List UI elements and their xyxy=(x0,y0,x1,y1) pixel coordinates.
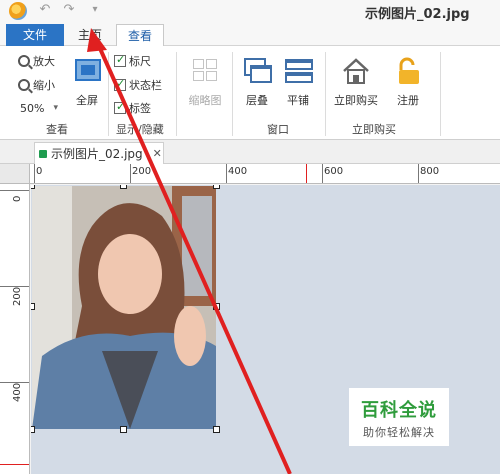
tab-view[interactable]: 查看 xyxy=(116,24,164,47)
zoom-out-label: 缩小 xyxy=(33,79,55,92)
window-title: 示例图片_02.jpg xyxy=(365,7,470,22)
resize-handle[interactable] xyxy=(213,303,220,310)
checkbox-checked-icon xyxy=(114,53,126,67)
thumbnail-grid-icon xyxy=(190,56,220,86)
ribbon-tab-bar: 文件 主页 查看 xyxy=(0,22,500,47)
view-group-label: 查看 xyxy=(46,123,68,136)
title-bar: ↶ ↷ ▾ 示例图片_02.jpg xyxy=(0,0,500,22)
ruler-label: 400 xyxy=(12,382,23,402)
tab-home[interactable]: 主页 xyxy=(64,24,116,46)
fullscreen-icon xyxy=(72,56,102,86)
redo-icon[interactable]: ↷ xyxy=(62,3,76,17)
resize-handle[interactable] xyxy=(120,185,127,189)
fullscreen-label: 全屏 xyxy=(76,94,98,107)
ruler-position-marker xyxy=(0,464,29,465)
ruler-label: 200 xyxy=(132,166,152,177)
document-tab-strip: 示例图片_02.jpg ✕ xyxy=(0,140,500,164)
watermark-title: 百科全说 xyxy=(361,400,437,421)
group-separator xyxy=(176,52,177,136)
zoom-out-button[interactable]: 缩小 xyxy=(18,76,55,94)
document-tab-label: 示例图片_02.jpg xyxy=(51,147,143,161)
ruler-label: 400 xyxy=(228,166,248,177)
window-group-label: 窗口 xyxy=(267,123,289,136)
group-separator xyxy=(440,52,441,136)
image-canvas[interactable]: 百科全说 助你轻松解决 xyxy=(31,185,500,474)
ruler-label: 0 xyxy=(12,195,23,202)
thumbnail-button[interactable]: 缩略图 xyxy=(182,54,228,114)
vertical-ruler: 0 200 400 xyxy=(0,184,30,474)
undo-icon[interactable]: ↶ xyxy=(38,3,52,17)
group-separator xyxy=(325,52,326,136)
statusbar-label: 状态栏 xyxy=(129,79,162,92)
chevron-down-icon: ▾ xyxy=(53,103,58,113)
cascade-label: 层叠 xyxy=(246,94,268,107)
cascade-windows-icon xyxy=(242,56,272,86)
register-button[interactable]: 注册 xyxy=(385,54,431,114)
close-icon[interactable]: ✕ xyxy=(153,147,162,160)
quick-access-dropdown-icon[interactable]: ▾ xyxy=(88,3,102,17)
tags-label: 标签 xyxy=(129,102,151,115)
group-separator xyxy=(232,52,233,136)
statusbar-checkbox[interactable]: 状态栏 xyxy=(114,76,162,94)
document-tab[interactable]: 示例图片_02.jpg ✕ xyxy=(34,142,164,164)
zoom-out-icon xyxy=(18,79,30,91)
buy-now-button[interactable]: 立即购买 xyxy=(330,54,382,114)
buy-group-label: 立即购买 xyxy=(352,123,396,136)
ruler-position-marker xyxy=(306,164,307,183)
ruler-label: 800 xyxy=(420,166,440,177)
resize-handle[interactable] xyxy=(31,185,35,189)
zoom-in-button[interactable]: 放大 xyxy=(18,52,55,70)
ribbon: 放大 缩小 50% ▾ 全屏 查看 标尺 状态栏 标签 显示/隐藏 xyxy=(0,46,500,140)
cascade-button[interactable]: 层叠 xyxy=(234,54,280,114)
buy-now-label: 立即购买 xyxy=(334,94,378,107)
zoom-in-icon xyxy=(18,55,30,67)
image-file-icon xyxy=(39,149,47,158)
ruler-label: 600 xyxy=(324,166,344,177)
tile-button[interactable]: 平铺 xyxy=(275,54,321,114)
ruler-label: 0 xyxy=(36,166,43,177)
horizontal-ruler: 0 200 400 600 800 xyxy=(30,164,500,184)
resize-handle[interactable] xyxy=(31,426,35,433)
zoom-in-label: 放大 xyxy=(33,55,55,68)
ruler-label: 标尺 xyxy=(129,55,151,68)
resize-handle[interactable] xyxy=(120,426,127,433)
checkbox-checked-icon xyxy=(114,100,126,114)
ruler-checkbox[interactable]: 标尺 xyxy=(114,52,151,70)
resize-handle[interactable] xyxy=(213,426,220,433)
register-label: 注册 xyxy=(397,94,419,107)
watermark-logo: 百科全说 助你轻松解决 xyxy=(349,388,449,446)
app-logo-icon xyxy=(9,2,27,20)
watermark-subtitle: 助你轻松解决 xyxy=(363,426,435,439)
tab-file[interactable]: 文件 xyxy=(6,24,64,46)
zoom-level-dropdown[interactable]: 50% ▾ xyxy=(20,99,58,117)
group-separator xyxy=(108,52,109,136)
unlock-icon xyxy=(393,56,423,86)
thumbnail-label: 缩略图 xyxy=(188,94,222,107)
ruler-corner xyxy=(0,164,30,184)
tile-windows-icon xyxy=(283,56,313,86)
tags-checkbox[interactable]: 标签 xyxy=(114,99,151,117)
fullscreen-button[interactable]: 全屏 xyxy=(64,54,110,114)
show-hide-group-label: 显示/隐藏 xyxy=(116,123,164,136)
checkbox-checked-icon xyxy=(114,77,126,91)
ruler-label: 200 xyxy=(12,286,23,306)
resize-handle[interactable] xyxy=(31,303,35,310)
tile-label: 平铺 xyxy=(287,94,309,107)
photo-image[interactable] xyxy=(32,186,216,429)
home-icon xyxy=(341,56,371,86)
resize-handle[interactable] xyxy=(213,185,220,189)
zoom-level-value: 50% xyxy=(20,101,45,115)
